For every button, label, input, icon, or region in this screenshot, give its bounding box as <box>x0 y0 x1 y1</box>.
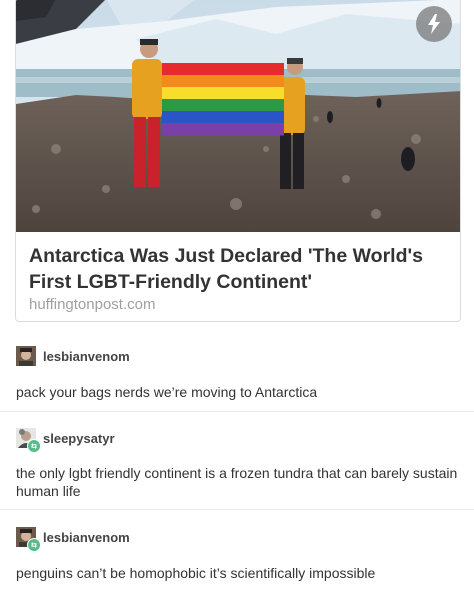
post-1-text: pack your bags nerds we’re moving to Ant… <box>16 384 318 400</box>
divider <box>0 509 474 510</box>
flag-stripe <box>162 75 284 88</box>
link-source[interactable]: huffingtonpost.com <box>29 296 155 313</box>
avatar[interactable] <box>16 428 41 453</box>
bolt-icon[interactable] <box>416 6 452 42</box>
post-2-user[interactable]: sleepysatyr <box>16 428 115 453</box>
post-3-text: penguins can’t be homophobic it’s scient… <box>16 565 376 581</box>
rainbow-flag <box>162 63 284 136</box>
username[interactable]: sleepysatyr <box>43 431 115 446</box>
antarctica-photo <box>16 0 460 232</box>
post-1-user[interactable]: lesbianvenom <box>16 346 130 366</box>
post-3-user[interactable]: lesbianvenom <box>16 527 130 552</box>
divider <box>0 411 474 412</box>
username[interactable]: lesbianvenom <box>43 349 130 364</box>
flag-stripe <box>162 111 284 124</box>
reblog-icon <box>27 538 41 552</box>
flag-stripe <box>162 99 284 112</box>
link-card[interactable]: Antarctica Was Just Declared 'The World'… <box>15 0 461 322</box>
link-title[interactable]: Antarctica Was Just Declared 'The World'… <box>29 243 449 295</box>
post-2-text: the only lgbt friendly continent is a fr… <box>16 465 458 499</box>
username[interactable]: lesbianvenom <box>43 530 130 545</box>
flag-stripe <box>162 87 284 100</box>
avatar[interactable] <box>16 527 41 552</box>
flag-stripe <box>162 123 284 136</box>
flag-stripe <box>162 63 284 76</box>
reblog-icon <box>27 439 41 453</box>
avatar[interactable] <box>16 346 36 366</box>
